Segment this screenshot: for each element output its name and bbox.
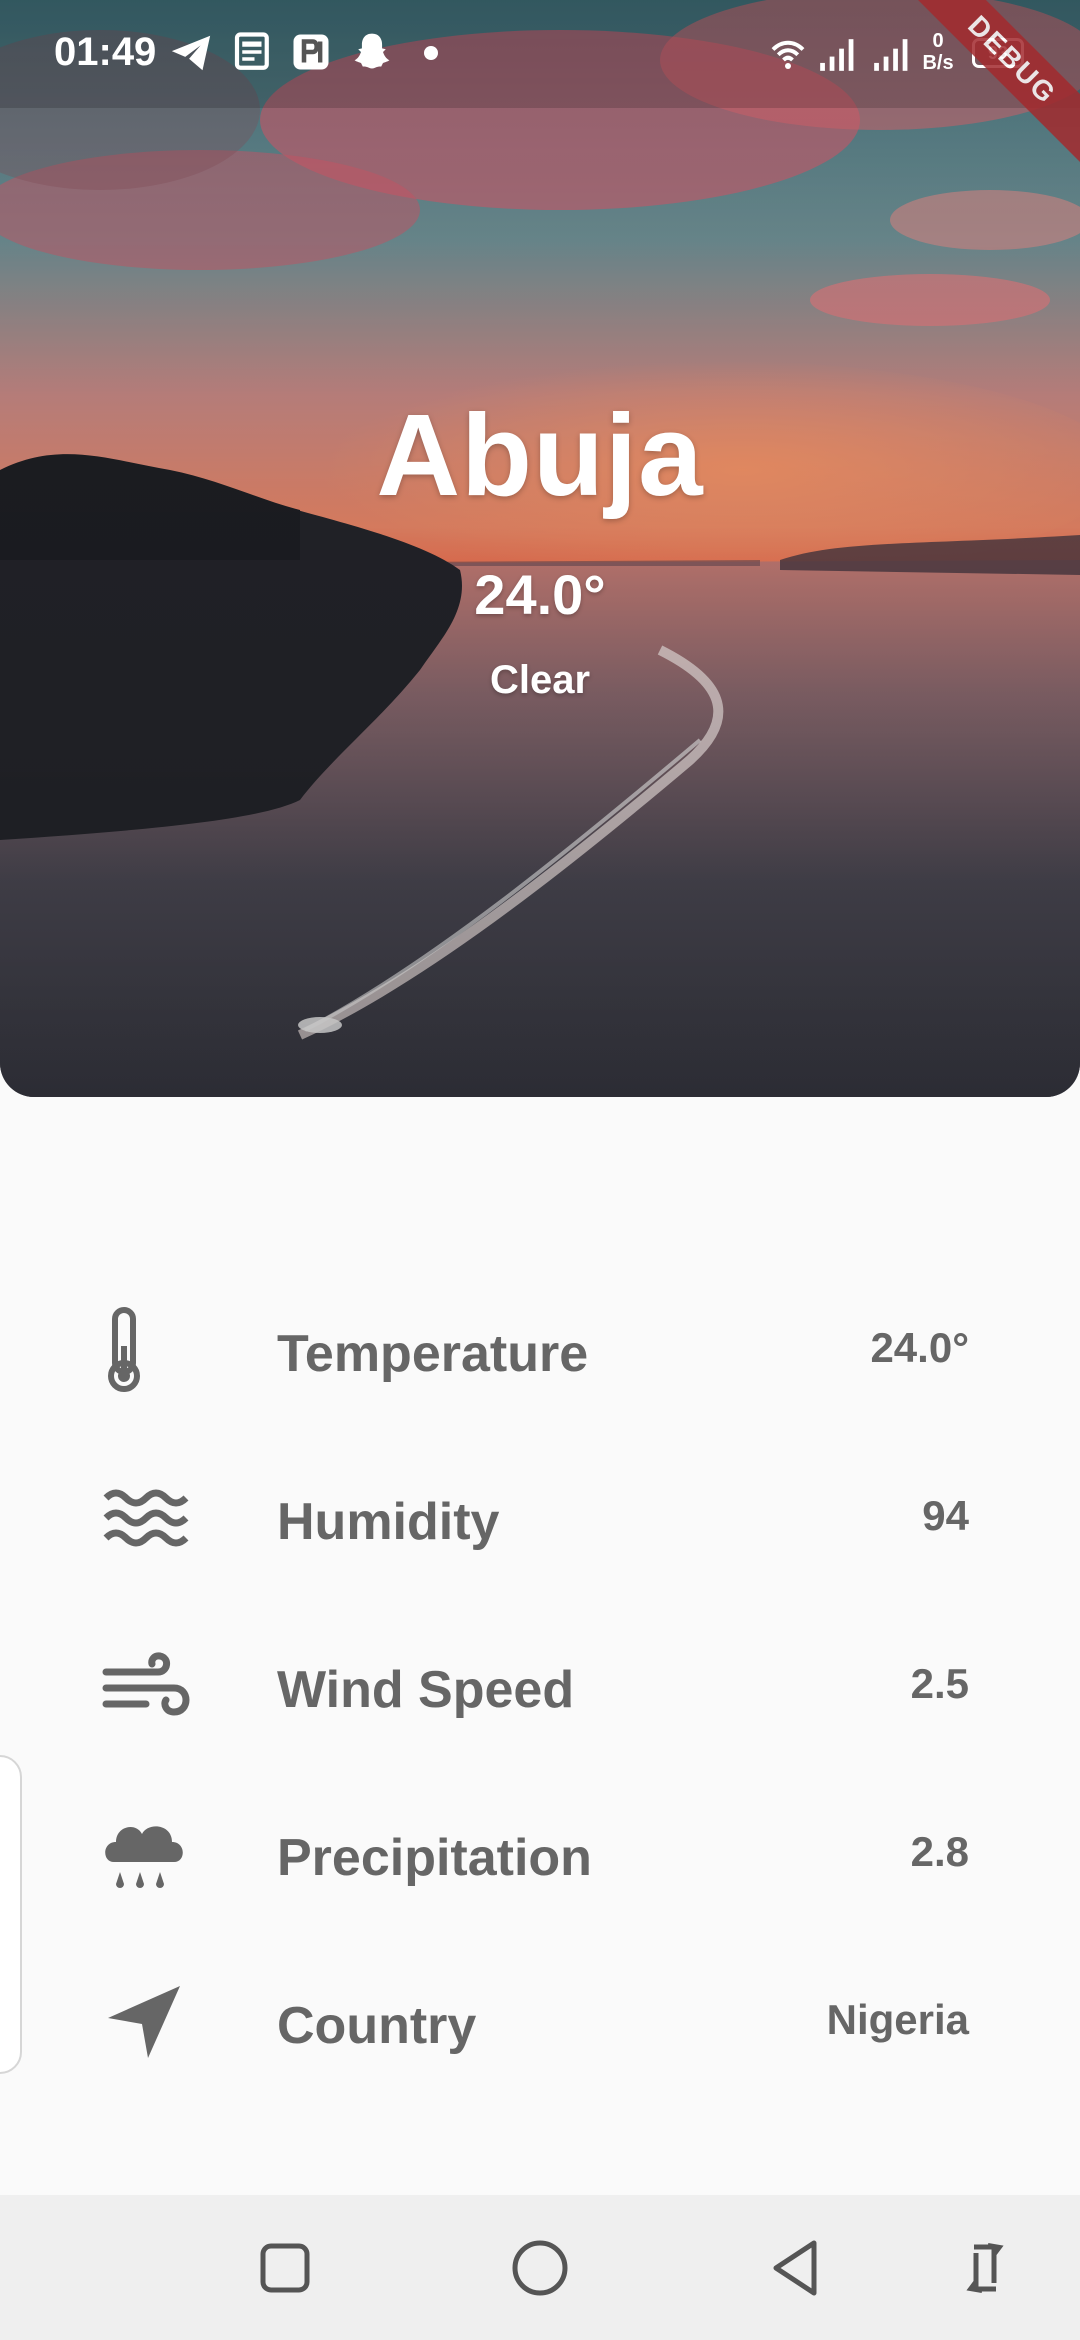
wind-speed-value: 2.5 <box>910 1660 969 1707</box>
country-label: Country <box>277 1997 477 2055</box>
telegram-icon <box>171 35 211 71</box>
city-name: Abuja <box>376 390 704 520</box>
precipitation-value: 2.8 <box>910 1828 969 1875</box>
status-time: 01:49 <box>54 30 157 74</box>
signal-icon <box>820 39 854 71</box>
wind-icon <box>102 1652 190 1716</box>
rain-cloud-icon <box>105 1826 183 1888</box>
home-icon[interactable] <box>505 2233 575 2303</box>
dot-icon <box>424 46 438 60</box>
weather-condition: Clear <box>489 658 591 702</box>
snapchat-icon <box>354 33 390 69</box>
precipitation-label: Precipitation <box>277 1829 592 1887</box>
sunset-lake-image <box>0 0 1080 1097</box>
wind-speed-label: Wind Speed <box>277 1661 575 1719</box>
thermometer-icon <box>108 1307 140 1392</box>
back-icon[interactable] <box>760 2233 830 2303</box>
humidity-value: 94 <box>922 1492 969 1539</box>
country-value: Nigeria <box>826 1996 969 2043</box>
temperature-label: Temperature <box>277 1325 589 1383</box>
network-speed: 0 B/s <box>918 30 958 74</box>
location-arrow-icon <box>108 1986 180 2058</box>
wifi-icon <box>771 40 805 69</box>
edge-panel-handle[interactable] <box>0 1755 22 2074</box>
status-bar: 01:49 0 B/s DEBUG <box>0 0 1080 191</box>
humidity-label: Humidity <box>277 1493 500 1551</box>
weather-screen: Abuja 24.0° Clear 01:49 0 B/s DEBUG Temp… <box>0 0 1080 2340</box>
signal-icon <box>874 39 908 71</box>
detail-row-country: Country Nigeria <box>0 1962 1080 2082</box>
recent-apps-icon[interactable] <box>250 2233 320 2303</box>
detail-row-precipitation: Precipitation 2.8 <box>0 1794 1080 1914</box>
temperature-value: 24.0° <box>870 1324 969 1371</box>
detail-row-temperature: Temperature 24.0° <box>0 1290 1080 1410</box>
water-waves-icon <box>103 1489 189 1547</box>
network-speed-unit: B/s <box>922 52 954 74</box>
current-temperature: 24.0° <box>474 563 606 626</box>
parking-app-icon <box>293 34 329 70</box>
detail-row-wind-speed: Wind Speed 2.5 <box>0 1626 1080 1746</box>
rotate-icon[interactable] <box>950 2233 1020 2303</box>
detail-row-humidity: Humidity 94 <box>0 1458 1080 1578</box>
navigation-bar <box>0 2195 1080 2340</box>
hero-card: Abuja 24.0° Clear <box>0 0 1080 1097</box>
news-icon <box>234 32 269 70</box>
